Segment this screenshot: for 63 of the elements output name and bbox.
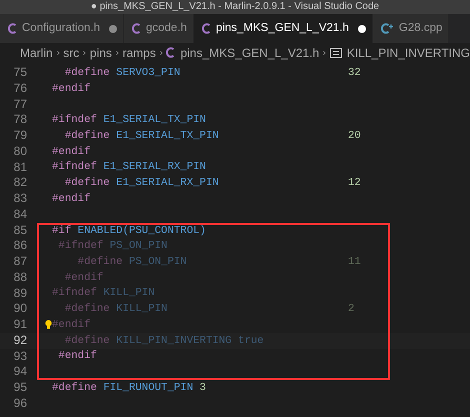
line-number: 77 <box>12 96 27 112</box>
editor-tab[interactable]: pins_MKS_GEN_L_V21.h <box>194 14 373 43</box>
pin-value: 2 <box>348 302 354 318</box>
line-number: 92 <box>12 332 27 348</box>
line-number: 93 <box>12 348 27 364</box>
code-line: #define KILL_PIN <box>64 302 168 318</box>
pin-value: 20 <box>348 128 361 144</box>
editor-tab[interactable]: G28.cpp <box>372 14 450 43</box>
code-line: #endif <box>52 144 92 160</box>
code-line: #endif <box>52 318 92 333</box>
line-number: 87 <box>12 254 27 270</box>
line-number: 84 <box>12 206 27 222</box>
breadcrumb-item[interactable]: ramps <box>122 44 156 62</box>
c-file-icon <box>202 23 211 34</box>
breadcrumb-item[interactable]: KILL_PIN_INVERTING <box>330 44 470 62</box>
code-line: #ifndef PS_ON_PIN <box>57 239 168 254</box>
code-line: #endif <box>52 82 92 97</box>
code-line: #ifndef KILL_PIN <box>52 286 156 302</box>
line-number: 75 <box>12 65 27 81</box>
pin-value: 32 <box>348 66 361 81</box>
code-line: #endif <box>52 192 92 207</box>
code-line: #define FIL_RUNOUT_PIN 3 <box>52 380 207 396</box>
line-number: 80 <box>12 144 27 160</box>
line-number: 78 <box>12 112 27 128</box>
line-number: 91 <box>12 317 27 333</box>
line-number: 96 <box>12 396 27 412</box>
line-number: 81 <box>12 160 27 176</box>
breadcrumb-item[interactable]: src <box>63 44 80 62</box>
line-number: 88 <box>12 270 27 286</box>
breadcrumb-item[interactable]: pins <box>90 44 112 62</box>
code-line: #endif <box>57 349 98 364</box>
pin-value: 11 <box>348 254 361 270</box>
code-line: #define PS_ON_PIN <box>76 254 188 270</box>
window-title: ● pins_MKS_GEN_L_V21.h - Marlin-2.0.9.1 - Visual Studio Code <box>90 1 380 13</box>
code-line: #define E1_SERIAL_TX_PIN <box>64 128 220 144</box>
code-line: #if ENABLED(PSU_CONTROL) <box>52 224 207 240</box>
lightbulb-icon[interactable] <box>45 319 52 330</box>
editor-tab[interactable]: Configuration.h <box>0 14 124 43</box>
line-number: 83 <box>12 191 27 207</box>
line-number: 82 <box>12 175 27 191</box>
line-number: 89 <box>12 286 27 302</box>
code-line: #ifndef E1_SERIAL_RX_PIN <box>52 160 207 176</box>
line-number: 76 <box>12 80 27 96</box>
code-line: #endif <box>64 270 104 286</box>
c-file-icon <box>8 23 17 34</box>
c-file-icon <box>132 23 141 34</box>
breadcrumb-item[interactable]: Marlin <box>20 44 53 62</box>
code-line: #define SERVO3_PIN <box>64 66 182 81</box>
line-number: 94 <box>12 364 27 380</box>
code-line: #define KILL_PIN_INVERTING true <box>64 334 265 349</box>
line-number: 90 <box>12 301 27 317</box>
code-line: #ifndef E1_SERIAL_TX_PIN <box>52 113 207 128</box>
line-number: 86 <box>12 238 27 254</box>
code-line: #define E1_SERIAL_RX_PIN <box>64 176 220 192</box>
editor-tab[interactable]: gcode.h <box>124 14 194 43</box>
c-file-icon <box>166 47 176 58</box>
pin-value: 12 <box>348 176 361 192</box>
breadcrumb-item[interactable]: pins_MKS_GEN_L_V21.h <box>166 44 320 62</box>
symbol-icon <box>330 48 342 58</box>
line-number: 85 <box>12 222 27 238</box>
line-number: 79 <box>12 128 27 144</box>
line-number: 95 <box>12 380 27 396</box>
cpp-file-icon <box>380 23 394 34</box>
